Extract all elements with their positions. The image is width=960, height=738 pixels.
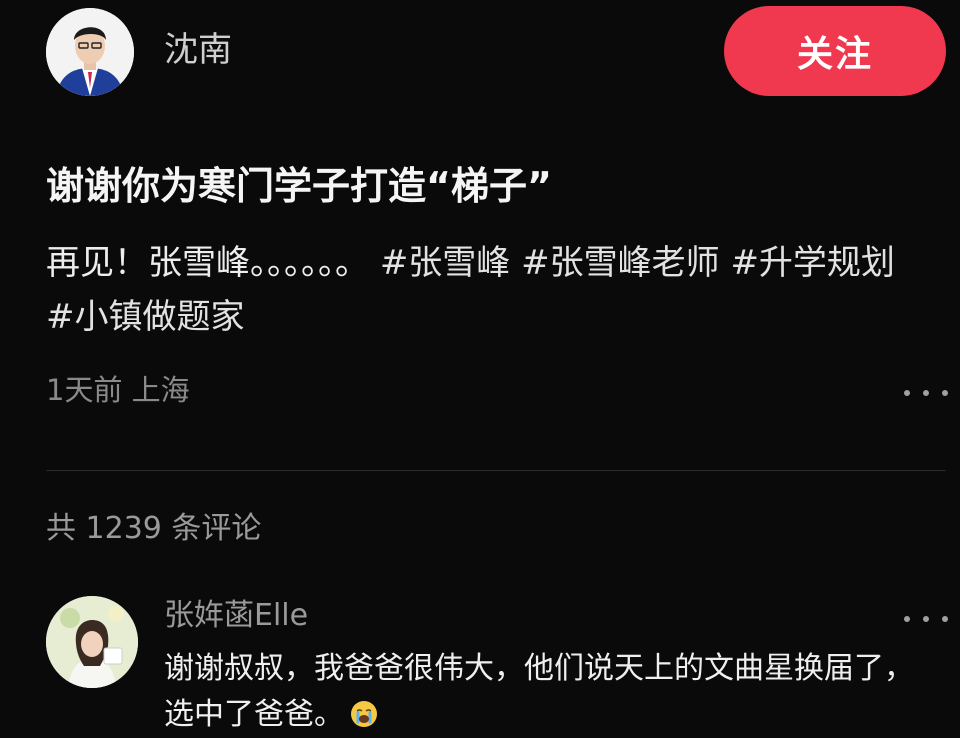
- post-meta: 1天前 上海: [46, 373, 190, 407]
- comment-body: 谢谢叔叔，我爸爸很伟大，他们说天上的文曲星换届了，选中了爸爸。: [164, 651, 914, 732]
- divider: [46, 470, 946, 471]
- post-body: 再见！张雪峰。。。。。。 #张雪峰 #张雪峰老师 #升学规划 #小镇做题家: [46, 236, 926, 344]
- commenter-avatar[interactable]: [46, 596, 138, 688]
- author-header: 沈南 关注: [0, 0, 960, 100]
- author-name[interactable]: 沈南: [164, 28, 232, 72]
- dot: [923, 390, 929, 396]
- hashtag-link[interactable]: #升学规划: [730, 243, 895, 283]
- dot: [942, 616, 948, 622]
- author-avatar[interactable]: [46, 8, 134, 96]
- hashtag-link[interactable]: #张雪峰老师: [521, 243, 720, 283]
- dot: [923, 616, 929, 622]
- crying-face-icon: [351, 701, 377, 727]
- post-title: 谢谢你为寒门学子打造“梯子”: [46, 164, 552, 208]
- hashtag-link[interactable]: #小镇做题家: [46, 297, 245, 337]
- commenter-avatar-image: [46, 596, 138, 688]
- post-more-options-icon[interactable]: [904, 378, 948, 408]
- dot: [942, 390, 948, 396]
- commenter-name[interactable]: 张姩菡Elle: [164, 596, 308, 636]
- dot: [904, 390, 910, 396]
- follow-button[interactable]: 关注: [724, 6, 946, 96]
- author-avatar-image: [46, 8, 134, 96]
- hashtag-link[interactable]: #张雪峰: [380, 243, 511, 283]
- comment-more-options-icon[interactable]: [904, 604, 948, 634]
- post-body-text: 再见！张雪峰。。。。。。: [46, 243, 369, 283]
- comment-count: 共 1239 条评论: [46, 511, 262, 546]
- dot: [904, 616, 910, 622]
- comment-text: 谢谢叔叔，我爸爸很伟大，他们说天上的文曲星换届了，选中了爸爸。: [164, 646, 934, 738]
